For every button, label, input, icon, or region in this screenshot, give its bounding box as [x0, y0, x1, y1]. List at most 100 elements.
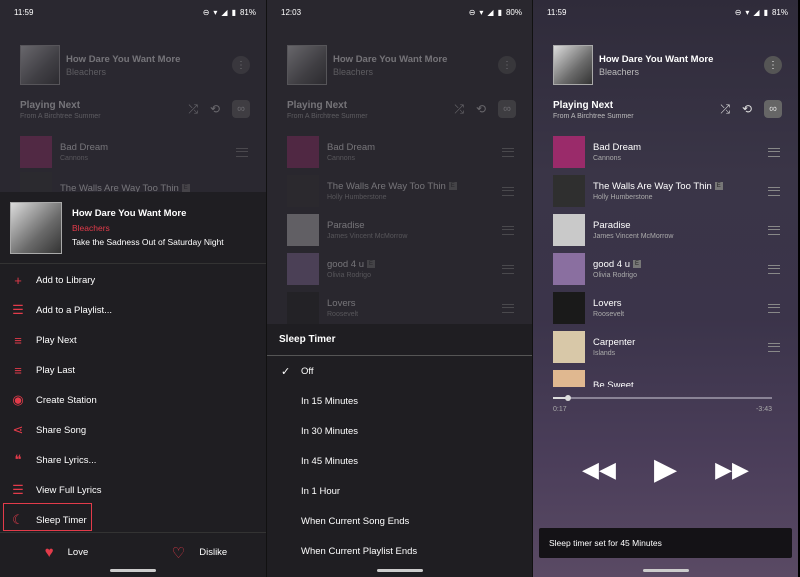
sleep-option[interactable]: In 30 Minutes	[267, 416, 532, 446]
queue-title: Paradise	[593, 220, 631, 231]
explicit-icon: E	[448, 182, 457, 191]
menu-item-label: Create Station	[36, 394, 97, 406]
repeat-icon[interactable]: ⟲	[210, 102, 220, 116]
battery-icon: ▮	[497, 7, 502, 17]
queue-title: Lovers	[327, 298, 356, 309]
sleep-option[interactable]: In 45 Minutes	[267, 446, 532, 476]
playing-next-subtitle: From A Birchtree Summer	[20, 113, 101, 120]
drag-handle-icon[interactable]	[768, 225, 780, 235]
sleep-option-label: In 30 Minutes	[301, 425, 359, 437]
queue-artwork	[553, 136, 585, 168]
drag-handle-icon[interactable]	[768, 186, 780, 196]
drag-handle-icon[interactable]	[502, 186, 514, 196]
rewind-icon[interactable]: ◀◀	[582, 457, 616, 483]
queue-item[interactable]: good 4 u E Olivia Rodrigo	[287, 253, 514, 285]
sleep-option[interactable]: In 15 Minutes	[267, 386, 532, 416]
queue-item[interactable]: Lovers Roosevelt	[287, 292, 514, 324]
playlist-add-icon: ☰	[12, 302, 24, 317]
signal-icon: ◢	[221, 7, 228, 17]
drag-handle-icon[interactable]	[768, 342, 780, 352]
home-indicator	[376, 569, 423, 572]
playing-next-header: Playing Next From A Birchtree Summer ⤮ ⟲ ∞	[287, 100, 516, 120]
queue-item[interactable]: Bad Dream Cannons	[287, 136, 514, 168]
repeat-icon[interactable]: ⟲	[476, 102, 486, 116]
queue-title: Bad Dream	[593, 142, 642, 153]
signal-icon: ◢	[487, 7, 494, 17]
progress-track	[553, 395, 772, 401]
dislike-button[interactable]: ♡ Dislike	[133, 544, 266, 562]
sleep-option[interactable]: In 1 Hour	[267, 476, 532, 506]
progress-knob[interactable]	[565, 395, 572, 401]
sleep-option[interactable]: When Current Playlist Ends	[267, 536, 532, 566]
menu-item-share-song[interactable]: ⋖ Share Song	[0, 415, 266, 445]
lyrics-icon: ☰	[12, 482, 24, 497]
queue-item[interactable]: Be Sweet	[553, 370, 780, 387]
menu-item-play-last[interactable]: ≡ Play Last	[0, 355, 266, 385]
queue-item[interactable]: Bad Dream Cannons	[553, 136, 780, 168]
lyrics-share-icon: ❝	[14, 452, 22, 467]
fast-forward-icon[interactable]: ▶▶	[715, 457, 749, 483]
explicit-icon: E	[181, 183, 190, 192]
menu-item-share-lyrics[interactable]: ❝ Share Lyrics...	[0, 445, 266, 475]
queue-title: good 4 u	[327, 259, 364, 270]
wifi-icon: ▾	[213, 7, 218, 17]
queue-artwork	[553, 253, 585, 285]
queue-artwork	[553, 370, 585, 387]
album-art	[20, 45, 60, 85]
station-icon: ◉	[12, 392, 24, 407]
love-button[interactable]: ♥ Love	[0, 544, 133, 561]
home-indicator	[110, 569, 156, 572]
queue-item[interactable]: Paradise James Vincent McMorrow	[287, 214, 514, 246]
toast: Sleep timer set for 45 Minutes	[539, 528, 792, 558]
drag-handle-icon[interactable]	[502, 264, 514, 274]
menu-item-play-next[interactable]: ≡ Play Next	[0, 325, 266, 355]
menu-item-add-to-library[interactable]: + Add to Library	[0, 265, 266, 295]
selection-highlight	[3, 503, 92, 531]
sleep-option[interactable]: When Current Song Ends	[267, 506, 532, 536]
playback-controls: ◀◀ ▶ ▶▶	[533, 452, 798, 487]
drag-handle-icon[interactable]	[768, 264, 780, 274]
drag-handle-icon[interactable]	[236, 147, 248, 157]
queue-item[interactable]: Paradise James Vincent McMorrow	[553, 214, 780, 246]
explicit-icon: E	[714, 182, 723, 191]
drag-handle-icon[interactable]	[502, 303, 514, 313]
progress-bar[interactable]: 0:17 -3:43	[553, 395, 772, 413]
sleep-option[interactable]: ✓ Off	[267, 356, 532, 386]
infinity-icon[interactable]: ∞	[498, 100, 516, 118]
queue-artwork	[287, 175, 319, 207]
play-last-icon: ≡	[14, 362, 22, 378]
drag-handle-icon[interactable]	[502, 225, 514, 235]
play-icon[interactable]: ▶	[654, 452, 677, 487]
queue-item[interactable]: Bad Dream Cannons	[20, 136, 248, 168]
heart-icon: ♥	[44, 544, 54, 561]
queue-item[interactable]: Carpenter Islands	[553, 331, 780, 363]
shuffle-icon[interactable]: ⤮	[188, 102, 198, 117]
drag-handle-icon[interactable]	[502, 147, 514, 157]
queue-item[interactable]: good 4 u E Olivia Rodrigo	[553, 253, 780, 285]
queue-artist: Roosevelt	[593, 311, 625, 318]
queue-item[interactable]: The Walls Are Way Too Thin E Holly Humbers…	[553, 175, 780, 207]
menu-item-view-full-lyrics[interactable]: ☰ View Full Lyrics	[0, 475, 266, 505]
menu-item-label: View Full Lyrics	[36, 484, 102, 496]
queue-artwork	[287, 136, 319, 168]
menu-item-add-to-a-playlist[interactable]: ☰ Add to a Playlist...	[0, 295, 266, 325]
infinity-icon[interactable]: ∞	[232, 100, 250, 118]
playing-next-title: Playing Next	[20, 100, 81, 111]
playing-next-subtitle: From A Birchtree Summer	[287, 113, 368, 120]
menu-item-create-station[interactable]: ◉ Create Station	[0, 385, 266, 415]
queue-item[interactable]: Lovers Roosevelt	[553, 292, 780, 324]
explicit-icon: E	[632, 260, 641, 269]
drag-handle-icon[interactable]	[768, 303, 780, 313]
queue-title: Lovers	[593, 298, 622, 309]
track-title: How Dare You Want More	[66, 53, 181, 65]
shuffle-icon[interactable]: ⤮	[454, 102, 464, 117]
queue-item[interactable]: The Walls Are Way Too Thin E Holly Humbers…	[287, 175, 514, 207]
queue-artist: Cannons	[593, 155, 622, 162]
sheet-album: Take the Sadness Out of Saturday Night	[72, 237, 224, 247]
more-icon[interactable]: ⋮	[232, 56, 250, 74]
queue-artist: Holly Humberstone	[593, 194, 653, 201]
now-playing: How Dare You Want More Bleachers ⋮	[287, 44, 516, 86]
drag-handle-icon[interactable]	[768, 147, 780, 157]
more-icon[interactable]: ⋮	[498, 56, 516, 74]
queue-artwork	[553, 331, 585, 363]
